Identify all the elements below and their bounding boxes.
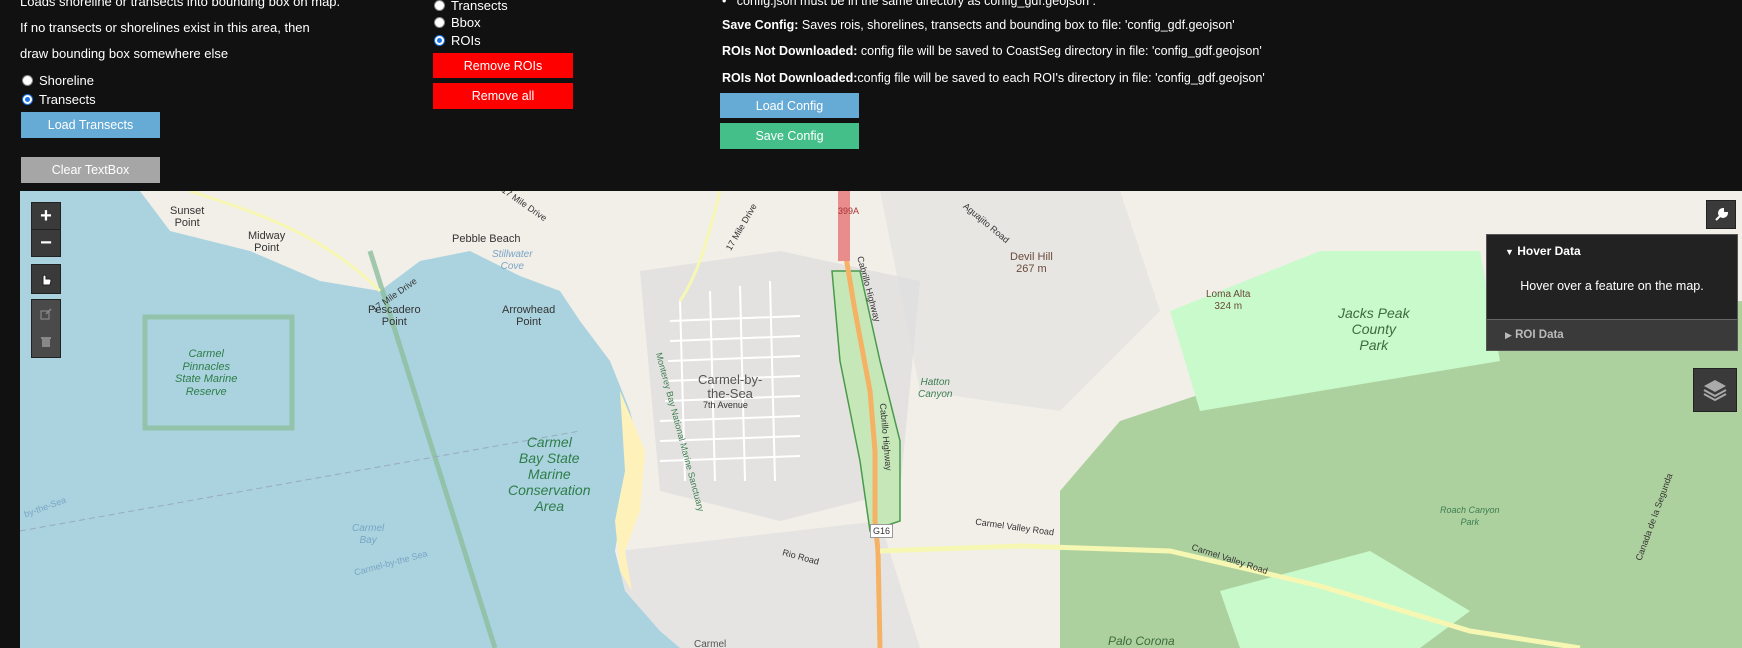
highway-399a — [838, 191, 850, 261]
edit-layers-button[interactable] — [32, 300, 60, 328]
load-config-button[interactable]: Load Config — [720, 93, 859, 118]
radio-shoreline[interactable]: Shoreline — [22, 73, 94, 88]
load-transects-button[interactable]: Load Transects — [21, 112, 160, 138]
map-label-carmel-pinnacles: Carmel Pinnacles State Marine Reserve — [175, 348, 238, 398]
map-label-sunset-point: Sunset Point — [170, 205, 205, 229]
zoom-in-button[interactable]: + — [31, 202, 61, 230]
remove-all-button[interactable]: Remove all — [433, 83, 573, 109]
instruction-line-2: If no transects or shorelines exist in t… — [20, 20, 310, 35]
draw-rectangle-button[interactable] — [31, 264, 61, 294]
layers-control-button[interactable] — [1693, 368, 1737, 412]
caret-right-icon: ▶ — [1505, 330, 1512, 340]
radio-transects-label: Transects — [39, 92, 96, 107]
map-label-hatton-canyon: Hatton Canyon — [918, 377, 953, 400]
edit-icon — [40, 308, 52, 320]
zoom-out-button[interactable]: − — [31, 229, 61, 257]
map-label-midway-point: Midway Point — [248, 230, 286, 254]
map-label-carmel: Carmel — [694, 639, 727, 648]
instruction-line-3: draw bounding box somewhere else — [20, 46, 229, 61]
save-config-button[interactable]: Save Config — [720, 123, 859, 149]
not-downloaded-help-2: ROIs Not Downloaded:config file will be … — [722, 71, 1265, 85]
trash-icon — [41, 337, 51, 347]
hover-data-header[interactable]: ▼ Hover Data — [1487, 235, 1737, 258]
not-downloaded-desc-1: config file will be saved to CoastSeg di… — [857, 44, 1262, 58]
radio-shoreline-dot[interactable] — [22, 75, 33, 86]
radio-rois-label: ROIs — [451, 33, 481, 48]
radio-rois[interactable]: ROIs — [434, 33, 481, 48]
radio-rois-dot[interactable] — [434, 35, 445, 46]
not-downloaded-title-2: ROIs Not Downloaded: — [722, 71, 858, 85]
map-label-g16: G16 — [870, 524, 894, 538]
settings-button[interactable] — [1706, 200, 1736, 229]
radio-remove-transects[interactable]: Transects — [434, 0, 508, 13]
edit-toolbar — [31, 299, 61, 358]
map-label-roach-canyon-park: Roach Canyon Park — [1440, 505, 1500, 527]
remove-rois-button[interactable]: Remove ROIs — [433, 53, 573, 78]
hover-data-message: Hover over a feature on the map. — [1520, 279, 1704, 293]
save-config-help-desc: Saves rois, shorelines, transects and bo… — [798, 18, 1235, 32]
radio-bbox-dot[interactable] — [434, 17, 445, 28]
map-label-399a: 399A — [838, 206, 860, 216]
not-downloaded-help-1: ROIs Not Downloaded: config file will be… — [722, 44, 1262, 58]
map-label-loma-alta: Loma Alta 324 m — [1206, 289, 1251, 312]
bullet-note-text: config.json must be in the same director… — [736, 0, 1097, 8]
hover-data-panel: ▼ Hover Data Hover over a feature on the… — [1486, 234, 1738, 351]
radio-bbox[interactable]: Bbox — [434, 15, 481, 30]
map-label-carmel-by-the-sea: Carmel-by- the-Sea — [698, 372, 763, 401]
radio-transects[interactable]: Transects — [22, 92, 96, 107]
layers-icon — [1703, 380, 1727, 402]
map-label-7th-avenue: 7th Avenue — [703, 400, 748, 410]
map[interactable]: Sunset Point Midway Point Pebble Beach S… — [20, 191, 1742, 648]
map-label-stillwater-cove: Stillwater Cove — [492, 249, 533, 272]
roi-data-title: ROI Data — [1515, 329, 1564, 341]
not-downloaded-title-1: ROIs Not Downloaded: — [722, 44, 858, 58]
radio-bbox-label: Bbox — [451, 15, 481, 30]
save-config-help: Save Config: Saves rois, shorelines, tra… — [722, 18, 1235, 32]
map-label-palo-corona: Palo Corona — [1108, 634, 1175, 648]
delete-layers-button[interactable] — [32, 328, 60, 356]
caret-down-icon: ▼ — [1505, 247, 1514, 257]
map-label-jacks-peak-county-park: Jacks Peak County Park — [1338, 305, 1410, 353]
radio-remove-transects-label: Transects — [451, 0, 508, 13]
wrench-icon — [1715, 207, 1729, 221]
not-downloaded-desc-2: config file will be saved to each ROI's … — [857, 71, 1265, 85]
radio-remove-transects-dot[interactable] — [434, 0, 445, 11]
roi-data-header[interactable]: ▶ ROI Data — [1487, 319, 1737, 350]
map-label-carmel-bay-state-marine: Carmel Bay State Marine Conservation Are… — [508, 434, 591, 514]
hover-data-title: Hover Data — [1517, 244, 1581, 258]
instruction-line-1: Loads shoreline or transects into boundi… — [20, 0, 341, 9]
map-label-devil-hill: Devil Hill 267 m — [1010, 251, 1053, 275]
radio-shoreline-label: Shoreline — [39, 73, 94, 88]
map-label-arrowhead-point: Arrowhead Point — [502, 304, 556, 328]
radio-transects-dot[interactable] — [22, 94, 33, 105]
map-label-carmel-bay: Carmel Bay — [352, 523, 385, 546]
clear-textbox-button[interactable]: Clear TextBox — [21, 157, 160, 183]
hand-cursor-icon — [42, 274, 52, 286]
save-config-help-title: Save Config: — [722, 18, 799, 32]
bullet-note: • config.json must be in the same direct… — [722, 0, 1096, 8]
map-label-pebble-beach: Pebble Beach — [452, 233, 521, 245]
